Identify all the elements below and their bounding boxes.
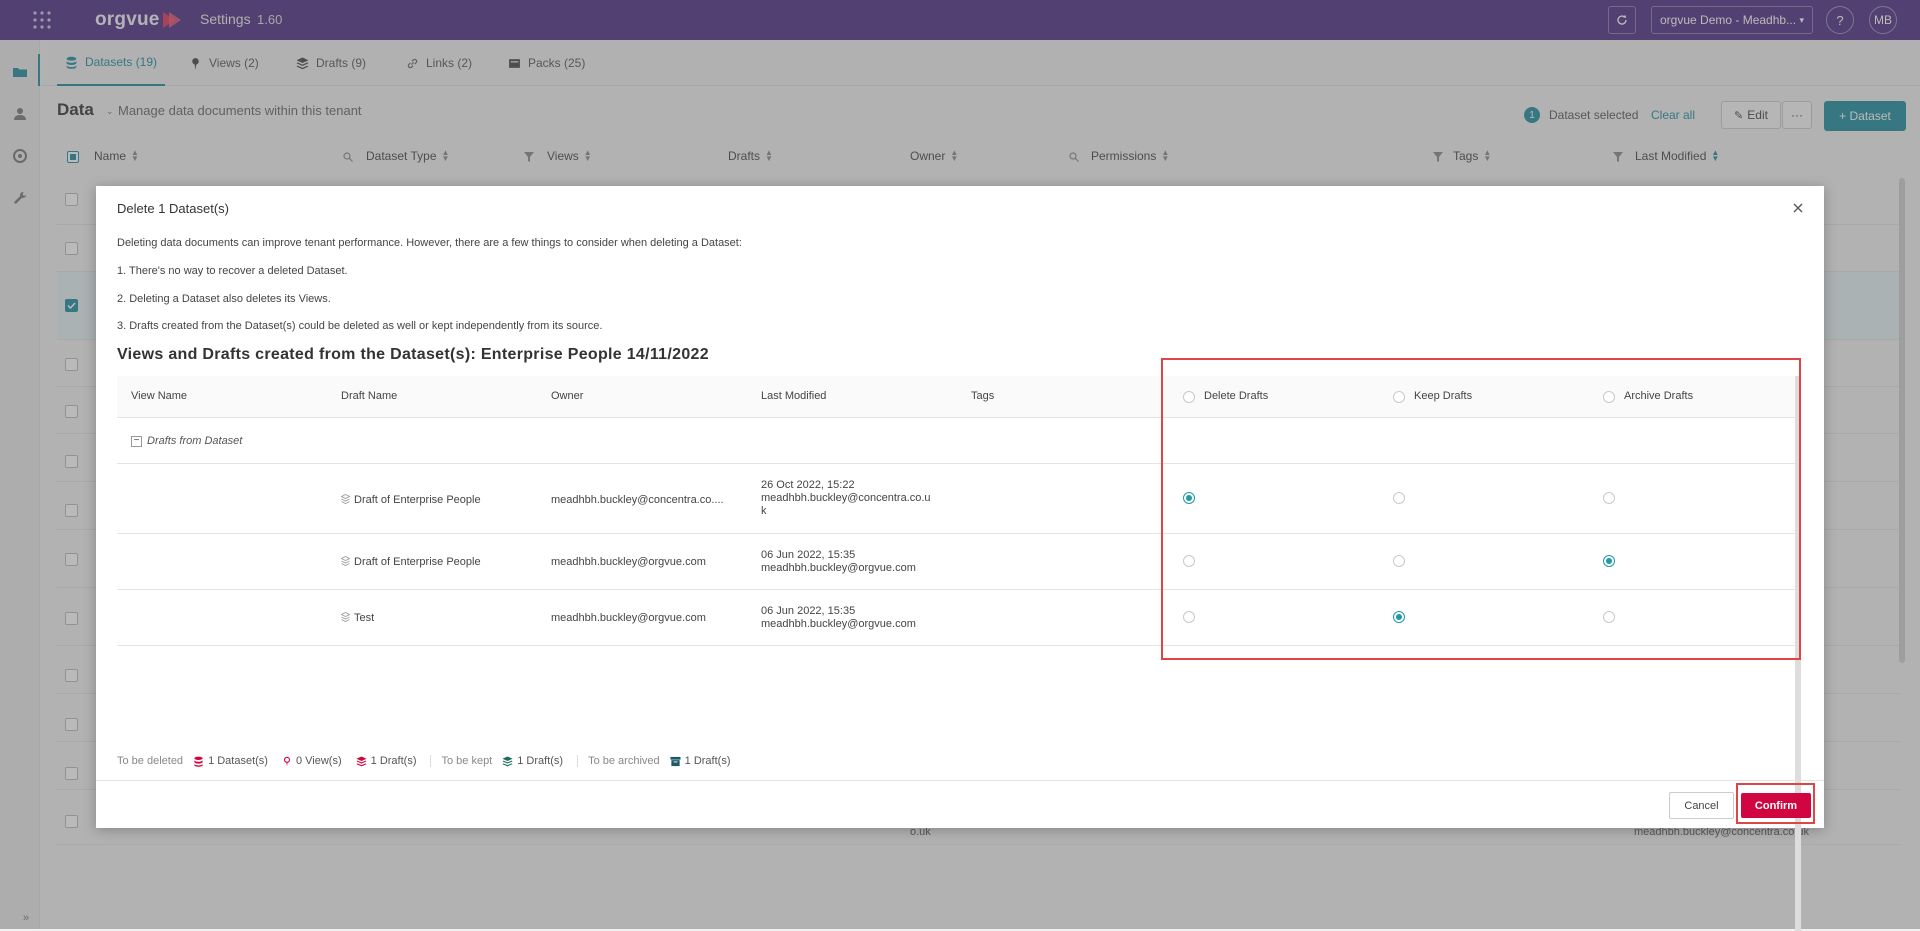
deleted-drafts: 1 Draft(s) [356,755,417,767]
modal-footer: Cancel Confirm [96,780,1824,828]
to-be-kept-label: To be kept [441,755,493,767]
database-icon [194,756,203,767]
deleted-datasets-count: 1 Dataset(s) [208,755,268,767]
archived-drafts-count: 1 Draft(s) [684,755,731,767]
cancel-button[interactable]: Cancel [1669,792,1734,819]
col-last-modified: Last Modified [761,390,827,402]
modal-point-1: 1. There's no way to recover a deleted D… [117,265,348,277]
to-be-deleted-label: To be deleted [117,755,184,767]
highlight-draft-options [1161,358,1801,660]
draft-icon [341,612,350,622]
modal-point-3: 3. Drafts created from the Dataset(s) co… [117,320,603,332]
kept-drafts: 1 Draft(s) [502,755,563,767]
draft-name-cell: Test [341,612,374,624]
draft-name: Test [354,612,375,624]
archive-icon [670,756,681,766]
layers-icon [356,755,367,766]
highlight-confirm-button [1736,783,1815,824]
collapse-group-icon[interactable]: − [131,436,142,447]
draft-icon [341,494,350,504]
draft-name: Draft of Enterprise People [354,494,481,506]
summary-bar: To be deleted 1 Dataset(s) 0 View(s) 1 D… [117,753,744,769]
pin-icon [283,756,291,766]
modal-title: Delete 1 Dataset(s) [117,201,229,216]
draft-icon [341,556,350,566]
modified-date: 26 Oct 2022, 15:22 [761,479,855,491]
modified-by: meadhbh.buckley@orgvue.com [761,618,916,630]
owner-cell: meadhbh.buckley@orgvue.com [551,556,706,568]
col-owner: Owner [551,390,584,402]
draft-name: Draft of Enterprise People [354,556,481,568]
kept-drafts-count: 1 Draft(s) [517,755,564,767]
col-draft-name: Draft Name [341,390,398,402]
modified-date: 06 Jun 2022, 15:35 [761,605,856,617]
modified-by-wrap: k [761,505,767,517]
deleted-datasets: 1 Dataset(s) [193,755,268,767]
draft-name-cell: Draft of Enterprise People [341,556,481,568]
group-label: Drafts from Dataset [147,435,243,447]
modified-by: meadhbh.buckley@orgvue.com [761,562,916,574]
close-icon[interactable] [1790,200,1806,216]
archived-drafts: 1 Draft(s) [670,755,731,767]
deleted-views: 0 View(s) [282,755,342,767]
owner-cell: meadhbh.buckley@orgvue.com [551,612,706,624]
draft-name-cell: Draft of Enterprise People [341,494,481,506]
col-view-name: View Name [131,390,188,402]
section-title: Views and Drafts created from the Datase… [117,346,709,363]
modified-by: meadhbh.buckley@concentra.co.u [761,492,931,504]
col-tags: Tags [971,390,995,402]
owner-cell: meadhbh.buckley@concentra.co.... [551,494,724,506]
to-be-archived-label: To be archived [588,755,660,767]
modified-date: 06 Jun 2022, 15:35 [761,549,856,561]
modal-point-2: 2. Deleting a Dataset also deletes its V… [117,293,331,305]
layers-icon [502,755,513,766]
modal-intro: Deleting data documents can improve tena… [117,237,742,249]
deleted-drafts-count: 1 Draft(s) [370,755,417,767]
deleted-views-count: 0 View(s) [295,755,342,767]
